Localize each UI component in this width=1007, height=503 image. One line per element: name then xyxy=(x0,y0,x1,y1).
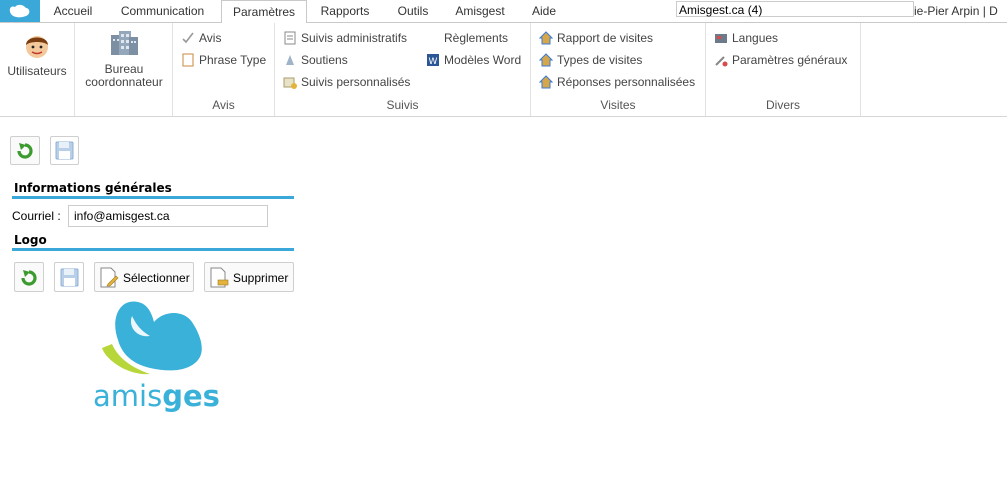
delete-logo-button[interactable]: Supprimer xyxy=(204,262,294,292)
tab-aide[interactable]: Aide xyxy=(519,0,569,22)
logo-section-underline xyxy=(12,248,294,251)
group-divers: Langues Paramètres généraux Divers xyxy=(706,23,861,116)
rapport-visites-item[interactable]: Rapport de visites xyxy=(538,31,654,45)
save-disk-icon xyxy=(55,141,74,160)
refresh-icon xyxy=(17,143,33,159)
select-logo-label: Sélectionner xyxy=(123,271,190,285)
rapport-visites-label: Rapport de visites xyxy=(557,31,654,45)
reglements-label: Règlements xyxy=(444,31,509,45)
info-section-title: Informations générales xyxy=(14,181,172,195)
utilisateurs-button[interactable]: Utilisateurs xyxy=(4,31,70,78)
modeles-word-label: Modèles Word xyxy=(444,53,522,67)
logo-section-title: Logo xyxy=(14,233,47,247)
reponses-personnalisees-item[interactable]: Réponses personnalisées xyxy=(538,75,696,89)
tab-accueil[interactable]: Accueil xyxy=(40,0,106,22)
suivis-personnalises-label: Suivis personnalisés xyxy=(301,75,411,89)
phrase-type-label: Phrase Type xyxy=(199,53,267,67)
refresh-icon xyxy=(21,270,37,286)
tab-amisgest[interactable]: Amisgest xyxy=(443,0,517,22)
edit-document-icon xyxy=(100,267,119,288)
group-suivis: Suivis administratifs Soutiens Suivis pe… xyxy=(275,23,531,116)
logo-save-button[interactable] xyxy=(54,262,84,292)
custom-followup-icon xyxy=(283,75,297,89)
support-icon xyxy=(283,53,297,67)
house-icon xyxy=(538,31,554,45)
delete-logo-label: Supprimer xyxy=(233,271,289,285)
house-icon xyxy=(538,75,554,89)
group-utilisateurs: Utilisateurs xyxy=(0,23,75,116)
divers-group-label: Divers xyxy=(765,98,800,112)
reponses-personnalisees-label: Réponses personnalisées xyxy=(557,75,696,89)
langues-label: Langues xyxy=(732,31,779,45)
visites-group-label: Visites xyxy=(600,98,636,112)
avis-group-label: Avis xyxy=(212,98,235,112)
word-icon: W xyxy=(426,53,440,67)
avis-menu-item[interactable]: Avis xyxy=(181,31,221,45)
settings-tools-icon xyxy=(714,53,728,67)
tab-communication[interactable]: Communication xyxy=(106,0,219,22)
bureau-coordonnateur-button[interactable]: Bureau coordonnateur xyxy=(79,29,169,89)
suivis-administratifs-item[interactable]: Suivis administratifs xyxy=(283,31,407,45)
save-button[interactable] xyxy=(50,136,79,165)
avis-label: Avis xyxy=(199,31,222,45)
user-name[interactable]: ie-Pier Arpin | D xyxy=(914,4,998,18)
langues-item[interactable]: Langues xyxy=(714,31,778,45)
building-icon xyxy=(111,31,138,55)
site-selector-input[interactable]: Amisgest.ca (4) xyxy=(676,1,914,17)
courriel-label: Courriel : xyxy=(12,209,61,223)
logo-wordmark: amisgest xyxy=(93,379,220,413)
languages-icon xyxy=(714,31,728,45)
soutiens-label: Soutiens xyxy=(301,53,348,67)
refresh-button[interactable] xyxy=(10,136,40,165)
amisgest-logo: amisgest xyxy=(93,301,220,413)
modeles-word-item[interactable]: W Modèles Word xyxy=(426,53,521,67)
logo-refresh-button[interactable] xyxy=(14,262,44,292)
info-section-underline xyxy=(12,196,294,199)
bureau-label: Bureau coordonnateur xyxy=(85,62,163,89)
select-logo-button[interactable]: Sélectionner xyxy=(94,262,194,292)
notepad-icon xyxy=(283,31,297,45)
group-visites: Rapport de visites Types de visites Répo… xyxy=(531,23,706,116)
courriel-input[interactable]: info@amisgest.ca xyxy=(68,205,268,227)
suivis-personnalises-item[interactable]: Suivis personnalisés xyxy=(283,75,410,89)
save-disk-icon xyxy=(60,268,79,287)
tab-outils[interactable]: Outils xyxy=(385,0,441,22)
user-face-icon xyxy=(26,36,48,58)
utilisateurs-label: Utilisateurs xyxy=(7,64,67,78)
reglements-item[interactable]: Règlements xyxy=(444,31,508,45)
house-icon xyxy=(538,53,554,67)
group-avis: Avis Phrase Type Avis xyxy=(173,23,275,116)
types-visites-label: Types de visites xyxy=(557,53,643,67)
phrase-type-menu-item[interactable]: Phrase Type xyxy=(181,53,266,67)
app-logo-tab[interactable] xyxy=(0,0,40,22)
svg-text:W: W xyxy=(429,57,438,67)
types-visites-item[interactable]: Types de visites xyxy=(538,53,643,67)
document-icon xyxy=(181,53,195,67)
suivis-group-label: Suivis xyxy=(386,98,419,112)
tab-parametres[interactable]: Paramètres xyxy=(221,0,307,24)
checkmark-pencil-icon xyxy=(181,31,195,45)
app-logo-icon xyxy=(9,4,30,18)
tab-rapports[interactable]: Rapports xyxy=(307,0,383,22)
soutiens-item[interactable]: Soutiens xyxy=(283,53,348,67)
logo-blue-shape xyxy=(115,301,202,371)
parametres-generaux-item[interactable]: Paramètres généraux xyxy=(714,53,847,67)
group-bureau: Bureau coordonnateur xyxy=(75,23,173,116)
delete-document-icon xyxy=(210,267,229,288)
ribbon-toolbar: Utilisateurs Bureau coordonnateur Avis P… xyxy=(0,23,1007,117)
parametres-generaux-label: Paramètres généraux xyxy=(732,53,848,67)
top-nav-bar: Accueil Communication Paramètres Rapport… xyxy=(0,0,1007,24)
suivis-administratifs-label: Suivis administratifs xyxy=(301,31,408,45)
